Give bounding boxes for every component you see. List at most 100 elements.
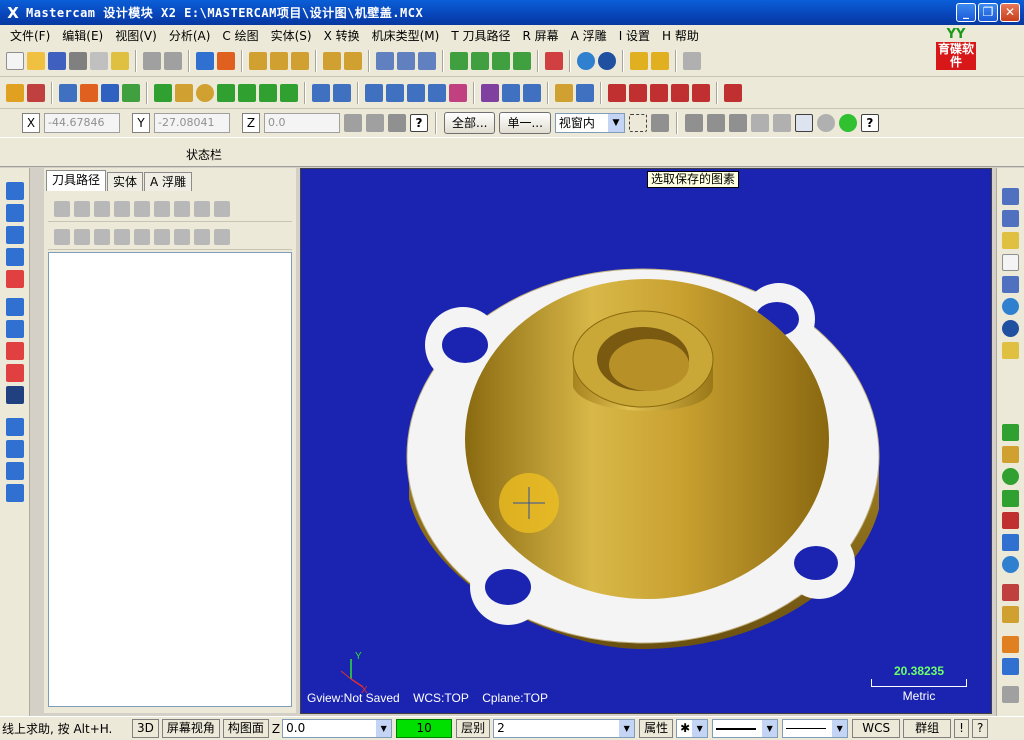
menu-edit[interactable]: 编辑(E) <box>56 27 109 44</box>
note-icon[interactable] <box>671 83 689 102</box>
menu-settings[interactable]: I 设置 <box>613 27 656 44</box>
dimension-angle-icon[interactable] <box>650 83 668 102</box>
save-some-icon[interactable] <box>1002 210 1019 227</box>
operations-tree[interactable] <box>48 252 292 707</box>
menu-screen[interactable]: R 屏幕 <box>517 27 565 44</box>
menu-help[interactable]: H 帮助 <box>656 27 705 44</box>
clear-color-button[interactable]: ! <box>954 719 969 738</box>
chamfer-solid-icon[interactable] <box>6 298 24 316</box>
drafting-grid-icon[interactable] <box>608 83 626 102</box>
z-depth-input[interactable]: 0.0 ▼ <box>282 719 393 738</box>
create-solid-icon[interactable] <box>1002 534 1019 551</box>
solid-back-icon[interactable] <box>750 114 769 132</box>
attribute-icon[interactable] <box>1002 686 1019 703</box>
menu-view[interactable]: 视图(V) <box>109 27 163 44</box>
select-all-ops-icon[interactable] <box>54 200 70 217</box>
status-help-button[interactable]: ? <box>971 719 989 738</box>
menu-analyze[interactable]: 分析(A) <box>163 27 217 44</box>
layer-icon[interactable] <box>1002 658 1019 675</box>
x-coordinate-label[interactable]: X <box>22 113 40 133</box>
view-cube-icon[interactable] <box>545 51 563 70</box>
move-up-icon[interactable] <box>134 228 150 245</box>
mastercam-app-icon[interactable]: X <box>4 4 22 22</box>
minimize-button[interactable]: _ <box>956 3 976 22</box>
selection-mode-select[interactable]: 视窗内 ▼ <box>554 113 625 133</box>
g1-post-icon[interactable] <box>174 200 190 217</box>
select-single-button[interactable]: 单一... <box>499 112 551 134</box>
selection-help-icon[interactable]: ? <box>860 114 879 132</box>
point-icon[interactable] <box>154 83 172 102</box>
open-icon[interactable] <box>1002 232 1019 249</box>
measure-icon[interactable] <box>683 51 701 70</box>
line-icon[interactable] <box>175 83 193 102</box>
grid-array-icon[interactable] <box>502 83 520 102</box>
polygon-select-icon[interactable] <box>650 114 669 132</box>
shell-solid-icon[interactable] <box>6 320 24 338</box>
fit-icon[interactable] <box>249 51 267 70</box>
select-dirty-ops-icon[interactable] <box>74 200 90 217</box>
new-file-icon[interactable] <box>6 51 24 70</box>
menu-machine-type[interactable]: 机床类型(M) <box>366 27 446 44</box>
screen-view-button[interactable]: 屏幕视角 <box>161 719 220 738</box>
point-style-select[interactable]: ✱ ▼ <box>676 719 709 738</box>
create-sphere-icon[interactable] <box>1002 556 1019 573</box>
curve-icon[interactable] <box>1002 606 1019 623</box>
tab-toolpaths[interactable]: 刀具路径 <box>46 170 107 191</box>
layer-button[interactable]: 层别 <box>456 719 491 738</box>
thicken-solid-icon[interactable] <box>6 364 24 382</box>
shade-icon[interactable] <box>376 51 394 70</box>
level-color-field[interactable]: 10 <box>396 719 453 738</box>
layout-icon[interactable] <box>6 484 24 502</box>
no-select-icon[interactable] <box>816 114 835 132</box>
chevron-down-icon[interactable]: ▼ <box>607 114 624 132</box>
restore-button[interactable]: ❐ <box>978 3 998 22</box>
end-selection-icon[interactable] <box>838 114 857 132</box>
color-icon[interactable] <box>1002 636 1019 653</box>
xform-translate-icon[interactable] <box>312 83 330 102</box>
autocursor-settings-icon[interactable] <box>388 114 406 132</box>
chevron-down-icon[interactable]: ▼ <box>376 720 392 737</box>
menu-create[interactable]: C 绘图 <box>216 27 264 44</box>
web-icon[interactable] <box>1002 298 1019 315</box>
insert-arrow-icon[interactable] <box>154 228 170 245</box>
open-folder-icon[interactable] <box>27 51 45 70</box>
3d-toggle-button[interactable]: 3D <box>132 719 159 738</box>
solid-face-icon[interactable] <box>706 114 725 132</box>
x-coordinate-input[interactable]: -44.67846 <box>44 113 120 133</box>
line-style-select[interactable]: ▼ <box>712 719 779 738</box>
construction-plane-button[interactable]: 构图面 <box>222 719 269 738</box>
repaint-icon[interactable] <box>217 51 235 70</box>
xform-array-icon[interactable] <box>428 83 446 102</box>
verify-select-icon[interactable] <box>772 114 791 132</box>
unzoom-icon[interactable] <box>291 51 309 70</box>
extrude-icon[interactable] <box>280 83 298 102</box>
menu-art[interactable]: A 浮雕 <box>565 27 613 44</box>
create-arc-icon[interactable] <box>1002 490 1019 507</box>
fast-point-icon[interactable] <box>344 114 362 132</box>
chevron-down-icon[interactable]: ▼ <box>692 720 708 737</box>
view-top-icon[interactable] <box>450 51 468 70</box>
verify-icon[interactable] <box>154 200 170 217</box>
y-coordinate-input[interactable]: -27.08041 <box>154 113 230 133</box>
lock-icon[interactable] <box>54 228 70 245</box>
select-all-button[interactable]: 全部... <box>444 112 496 134</box>
menu-toolpaths[interactable]: T 刀具路径 <box>445 27 516 44</box>
list-icon[interactable] <box>122 83 140 102</box>
wcs-button[interactable]: WCS <box>852 719 901 738</box>
create-point-icon[interactable] <box>1002 424 1019 441</box>
save-file-icon[interactable] <box>1002 276 1019 293</box>
zoom-window-icon[interactable] <box>270 51 288 70</box>
folder-cross-icon[interactable] <box>1002 342 1019 359</box>
loft-solid-icon[interactable] <box>6 248 24 266</box>
surface-icon[interactable] <box>1002 584 1019 601</box>
pencil-icon[interactable] <box>630 51 648 70</box>
globe-icon[interactable] <box>577 51 595 70</box>
high-feed-icon[interactable] <box>214 200 230 217</box>
analyze-icon[interactable] <box>6 83 24 102</box>
solid-edge-icon[interactable] <box>684 114 703 132</box>
draft-face-icon[interactable] <box>6 462 24 480</box>
toggle-post-icon[interactable] <box>94 228 110 245</box>
regenerate-dirty-icon[interactable] <box>114 200 130 217</box>
xform-project-icon[interactable] <box>449 83 467 102</box>
groups-button[interactable]: 群组 <box>903 719 952 738</box>
